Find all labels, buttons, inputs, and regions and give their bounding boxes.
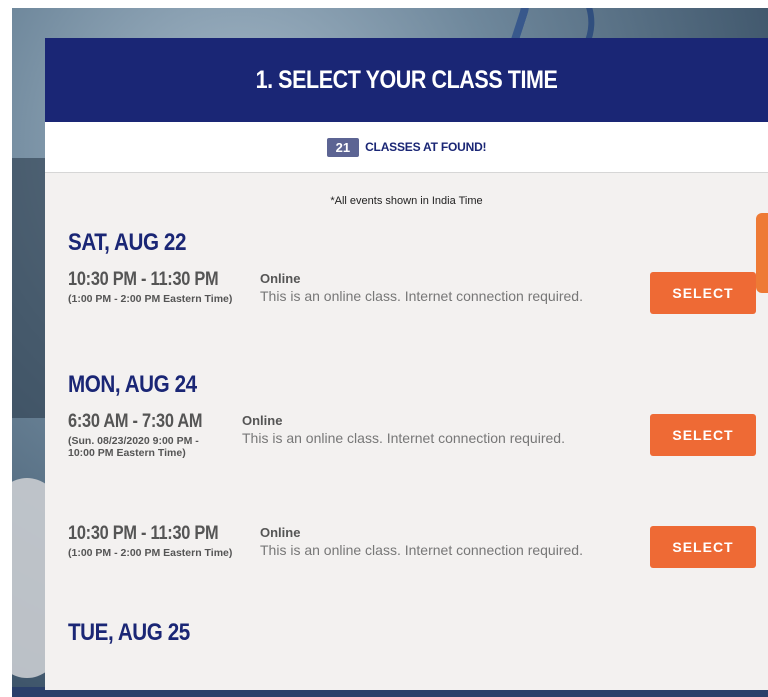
class-location: Online: [260, 271, 301, 286]
day-heading: SAT, AUG 22: [68, 229, 186, 256]
class-row: 10:30 PM - 11:30 PM (1:00 PM - 2:00 PM E…: [68, 269, 768, 365]
eastern-time: (Sun. 08/23/2020 9:00 PM - 10:00 PM East…: [68, 435, 199, 459]
select-button[interactable]: SELECT: [650, 414, 756, 456]
class-row: 6:30 AM - 7:30 AM (Sun. 08/23/2020 9:00 …: [68, 411, 768, 523]
select-button[interactable]: SELECT: [650, 272, 756, 314]
panel-header: 1. SELECT YOUR CLASS TIME: [45, 38, 768, 122]
class-description: This is an online class. Internet connec…: [242, 430, 565, 446]
day-section: TUE, AUG 25: [45, 619, 768, 647]
time-block: 10:30 PM - 11:30 PM (1:00 PM - 2:00 PM E…: [68, 523, 248, 559]
class-description: This is an online class. Internet connec…: [260, 542, 583, 558]
eastern-time: (1:00 PM - 2:00 PM Eastern Time): [68, 293, 233, 305]
day-section: MON, AUG 24 6:30 AM - 7:30 AM (Sun. 08/2…: [45, 371, 768, 619]
scrollbar-thumb[interactable]: [756, 213, 768, 293]
classes-found-bar: 21 CLASSES AT FOUND!: [45, 122, 768, 173]
time-block: 6:30 AM - 7:30 AM (Sun. 08/23/2020 9:00 …: [68, 411, 228, 459]
class-row: 10:30 PM - 11:30 PM (1:00 PM - 2:00 PM E…: [68, 523, 768, 619]
eastern-time: (1:00 PM - 2:00 PM Eastern Time): [68, 547, 233, 559]
count-badge: 21: [326, 137, 360, 157]
day-section: SAT, AUG 22 10:30 PM - 11:30 PM (1:00 PM…: [45, 229, 768, 365]
day-heading: TUE, AUG 25: [68, 619, 190, 646]
class-time-panel: 1. SELECT YOUR CLASS TIME 21 CLASSES AT …: [45, 38, 768, 690]
class-description-block: Online This is an online class. Internet…: [242, 411, 582, 447]
background-decoration: [12, 158, 47, 418]
class-time: 6:30 AM - 7:30 AM: [68, 411, 203, 432]
class-time: 10:30 PM - 11:30 PM: [68, 269, 219, 290]
timezone-note: *All events shown in India Time: [330, 195, 483, 207]
class-description-block: Online This is an online class. Internet…: [260, 523, 600, 559]
select-button[interactable]: SELECT: [650, 526, 756, 568]
page-title: 1. SELECT YOUR CLASS TIME: [255, 65, 558, 94]
class-location: Online: [242, 413, 283, 428]
class-location: Online: [260, 525, 301, 540]
day-heading: MON, AUG 24: [68, 371, 197, 398]
class-time: 10:30 PM - 11:30 PM: [68, 523, 219, 544]
class-description-block: Online This is an online class. Internet…: [260, 269, 600, 305]
time-block: 10:30 PM - 11:30 PM (1:00 PM - 2:00 PM E…: [68, 269, 248, 305]
found-label: CLASSES AT FOUND!: [365, 140, 487, 154]
class-description: This is an online class. Internet connec…: [260, 288, 583, 304]
